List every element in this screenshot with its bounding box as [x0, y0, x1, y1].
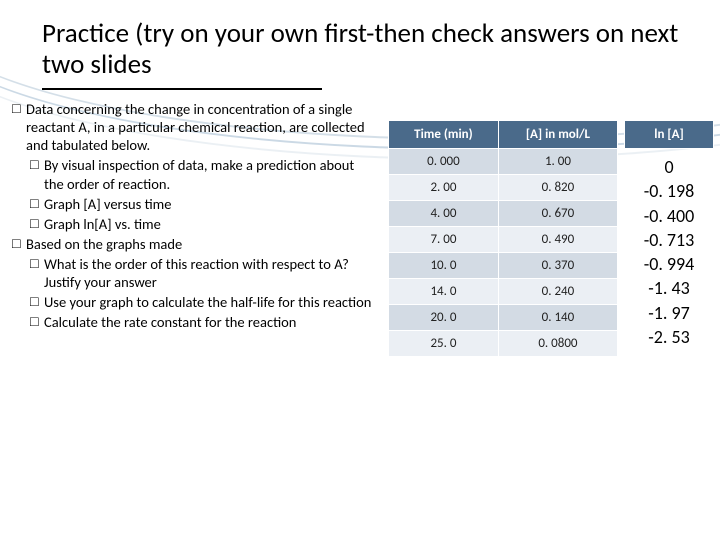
- col-header-conc: [A] in mol/L: [498, 121, 617, 149]
- ln-value: -0. 198: [624, 179, 714, 203]
- table-row: 7. 000. 490: [389, 227, 618, 253]
- ln-value: 0: [624, 155, 714, 179]
- bullet-marker: □: [30, 255, 44, 291]
- table-row: 10. 00. 370: [389, 253, 618, 279]
- ln-value: -2. 53: [624, 325, 714, 349]
- col-header-ln: ln [A]: [624, 120, 714, 149]
- bullet-marker: □: [30, 156, 44, 192]
- ln-value: -0. 400: [624, 204, 714, 228]
- table-row: 2. 000. 820: [389, 175, 618, 201]
- ln-value: -1. 43: [624, 276, 714, 300]
- ln-value: -1. 97: [624, 301, 714, 325]
- bullet-marker: □: [12, 100, 26, 154]
- ln-value: -0. 994: [624, 252, 714, 276]
- bullet-marker: □: [30, 195, 44, 213]
- bullet-text: By visual inspection of data, make a pre…: [44, 156, 374, 192]
- table-row: 0. 0001. 00: [389, 149, 618, 175]
- bullet-marker: □: [12, 235, 26, 253]
- bullet-marker: □: [30, 293, 44, 311]
- slide-title: Practice (try on your own first-then che…: [42, 18, 690, 80]
- bullet-text: Use your graph to calculate the half-lif…: [44, 293, 374, 311]
- bullet-text: Graph ln[A] vs. time: [44, 215, 374, 233]
- bullet-text: Data concerning the change in concentrat…: [26, 100, 374, 154]
- bullet-marker: □: [30, 215, 44, 233]
- ln-column: ln [A] 0 -0. 198 -0. 400 -0. 713 -0. 994…: [624, 120, 714, 349]
- title-underline: [42, 88, 322, 90]
- col-header-time: Time (min): [389, 121, 499, 149]
- bullet-text: Based on the graphs made: [26, 235, 374, 253]
- table-row: 14. 00. 240: [389, 279, 618, 305]
- ln-value: -0. 713: [624, 228, 714, 252]
- bullet-marker: □: [30, 313, 44, 331]
- data-table: Time (min) [A] in mol/L 0. 0001. 00 2. 0…: [388, 120, 618, 357]
- table-row: 20. 00. 140: [389, 305, 618, 331]
- table-row: 4. 000. 670: [389, 201, 618, 227]
- table-row: 25. 00. 0800: [389, 331, 618, 357]
- bullet-content: □ Data concerning the change in concentr…: [12, 100, 374, 334]
- bullet-text: Calculate the rate constant for the reac…: [44, 313, 374, 331]
- bullet-text: What is the order of this reaction with …: [44, 255, 374, 291]
- bullet-text: Graph [A] versus time: [44, 195, 374, 213]
